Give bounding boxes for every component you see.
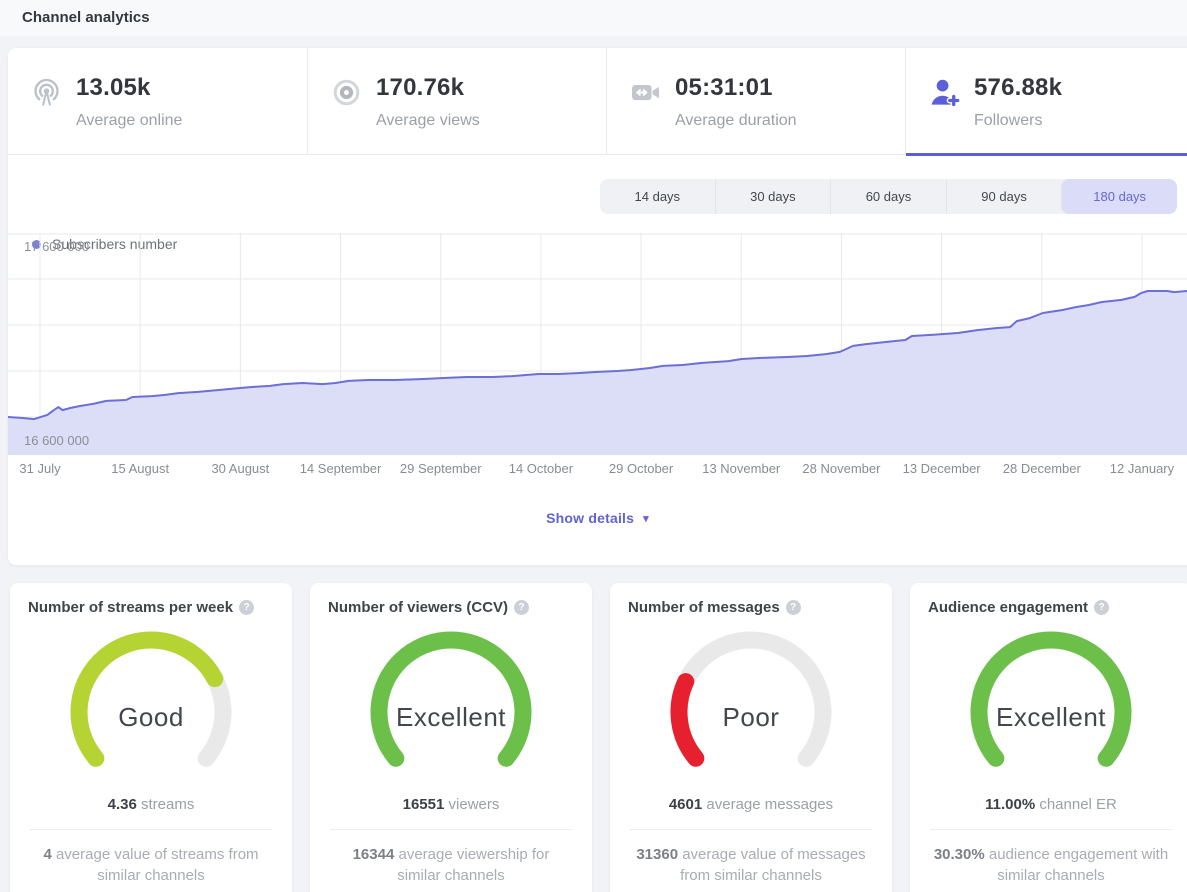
- stat-label: Average online: [76, 112, 182, 130]
- analytics-card: 13.05k Average online 170.76k Average vi…: [8, 48, 1187, 565]
- views-icon: [330, 76, 364, 110]
- gauge-value-unit: average messages: [706, 796, 833, 813]
- x-tick-label: 28 November: [802, 461, 880, 476]
- stat-label: Average views: [376, 112, 480, 130]
- followers-icon: [928, 76, 962, 110]
- chevron-down-icon: ▾: [643, 512, 649, 525]
- page-title: Channel analytics: [22, 9, 150, 26]
- range-button-90-days[interactable]: 90 days: [946, 179, 1062, 214]
- x-tick-label: 28 December: [1003, 461, 1081, 476]
- x-tick-label: 13 December: [903, 461, 981, 476]
- gauge-value: 16551: [403, 796, 445, 813]
- help-icon[interactable]: ?: [514, 600, 529, 615]
- x-tick-label: 29 September: [400, 461, 482, 476]
- benchmark-text: audience engagement with similar channel…: [989, 846, 1168, 884]
- help-icon[interactable]: ?: [239, 600, 254, 615]
- duration-icon: [629, 76, 663, 110]
- x-tick-label: 29 October: [609, 461, 673, 476]
- stat-label: Followers: [974, 112, 1062, 130]
- stat-value: 05:31:01: [675, 74, 797, 102]
- x-tick-label: 14 September: [300, 461, 382, 476]
- stat-tab-average-online[interactable]: 13.05k Average online: [8, 48, 307, 154]
- broadcast-icon: [30, 76, 64, 110]
- gauge-rating: Excellent: [341, 702, 561, 733]
- show-details-label: Show details: [546, 510, 634, 526]
- show-details-button[interactable]: Show details ▾: [546, 510, 649, 526]
- gauge-value-unit: viewers: [449, 796, 500, 813]
- stat-value: 170.76k: [376, 74, 480, 102]
- gauge-card-title: Number of messages: [628, 599, 780, 616]
- stat-value: 13.05k: [76, 74, 182, 102]
- divider: [630, 829, 872, 830]
- x-tick-label: 12 January: [1110, 461, 1174, 476]
- y-axis-top-label: 17 600 000: [24, 239, 89, 254]
- stat-label: Average duration: [675, 112, 797, 130]
- gauge-card-number-of-viewers-ccv-: Number of viewers (CCV) ? Excellent 1655…: [310, 583, 592, 892]
- help-icon[interactable]: ?: [1094, 600, 1109, 615]
- x-tick-label: 13 November: [702, 461, 780, 476]
- gauge-value: 4.36: [108, 796, 137, 813]
- benchmark-text: average value of messages from similar c…: [680, 846, 866, 884]
- gauge-value-unit: streams: [141, 796, 194, 813]
- y-axis-bottom-label: 16 600 000: [24, 433, 89, 448]
- gauge-rating: Poor: [641, 702, 861, 733]
- top-band: [0, 0, 1187, 36]
- range-button-60-days[interactable]: 60 days: [830, 179, 946, 214]
- stat-value: 576.88k: [974, 74, 1062, 102]
- divider: [30, 829, 272, 830]
- benchmark-value: 31360: [636, 846, 678, 863]
- gauge-card-title: Number of streams per week: [28, 599, 233, 616]
- subscribers-chart: 17 600 000 16 600 000: [8, 233, 1187, 455]
- benchmark-value: 4: [43, 846, 51, 863]
- gauge-card-title: Audience engagement: [928, 599, 1088, 616]
- divider: [330, 829, 572, 830]
- gauge-rating: Excellent: [941, 702, 1161, 733]
- gauge-card-number-of-streams-per-week: Number of streams per week ? Good 4.36 s…: [10, 583, 292, 892]
- show-details-row: Show details ▾: [8, 510, 1187, 528]
- divider: [930, 829, 1172, 830]
- x-tick-label: 31 July: [19, 461, 60, 476]
- gauge-value-unit: channel ER: [1039, 796, 1117, 813]
- range-button-30-days[interactable]: 30 days: [715, 179, 831, 214]
- date-range-group: 14 days30 days60 days90 days180 days: [600, 179, 1177, 214]
- x-axis-labels: 31 July 15 August 30 August 14 September 29 …: [8, 461, 1187, 479]
- gauge-card-title: Number of viewers (CCV): [328, 599, 508, 616]
- x-tick-label: 30 August: [211, 461, 269, 476]
- benchmark-value: 30.30%: [934, 846, 985, 863]
- gauge-card-number-of-messages: Number of messages ? Poor 4601 average m…: [610, 583, 892, 892]
- help-icon[interactable]: ?: [786, 600, 801, 615]
- benchmark-value: 16344: [353, 846, 395, 863]
- gauge-rating: Good: [41, 702, 261, 733]
- stats-row: 13.05k Average online 170.76k Average vi…: [8, 48, 1187, 155]
- stat-tab-average-duration[interactable]: 05:31:01 Average duration: [606, 48, 905, 154]
- x-tick-label: 15 August: [111, 461, 169, 476]
- stat-tab-average-views[interactable]: 170.76k Average views: [307, 48, 606, 154]
- gauge-value: 4601: [669, 796, 702, 813]
- benchmark-text: average value of streams from similar ch…: [56, 846, 259, 884]
- gauge-value: 11.00%: [985, 796, 1035, 813]
- stat-tab-followers[interactable]: 576.88k Followers: [905, 48, 1187, 154]
- benchmark-text: average viewership for similar channels: [397, 846, 549, 884]
- range-button-180-days[interactable]: 180 days: [1061, 179, 1177, 214]
- x-tick-label: 14 October: [509, 461, 573, 476]
- range-button-14-days[interactable]: 14 days: [600, 179, 715, 214]
- gauge-card-audience-engagement: Audience engagement ? Excellent 11.00% c…: [910, 583, 1187, 892]
- area-chart-svg: [8, 233, 1187, 455]
- gauges-row: Number of streams per week ? Good 4.36 s…: [10, 583, 1187, 892]
